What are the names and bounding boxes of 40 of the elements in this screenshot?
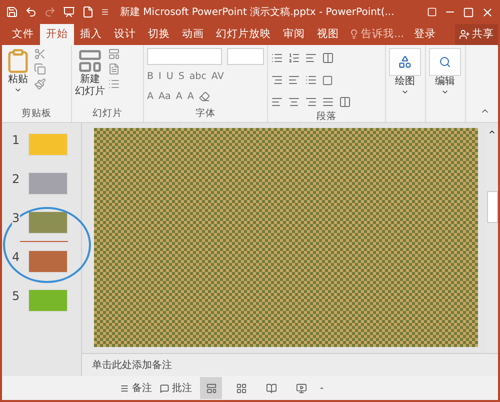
font-format-button[interactable]: AV bbox=[211, 70, 224, 82]
font-format-button[interactable]: A bbox=[176, 90, 182, 102]
ribbon-tab[interactable]: 审阅 bbox=[277, 24, 311, 45]
ribbon-tab[interactable]: 插入 bbox=[74, 24, 108, 45]
notes-field[interactable]: 单击此处添加备注 bbox=[82, 353, 498, 376]
drawing-button[interactable]: 绘图 bbox=[389, 48, 421, 122]
sign-in-link[interactable]: 登录 bbox=[408, 24, 442, 45]
window-title: 新建 Microsoft PowerPoint 演示文稿.pptx - PowerPoint(... bbox=[120, 6, 396, 19]
ribbon-tab[interactable]: 切换 bbox=[142, 24, 176, 45]
ribbon-tab[interactable]: 开始 bbox=[40, 24, 74, 45]
font-format-button[interactable]: Aa bbox=[158, 90, 171, 102]
slide-number: 1 bbox=[12, 133, 20, 147]
group-label: 段落 bbox=[316, 110, 338, 123]
group-label: 幻灯片 bbox=[92, 107, 124, 121]
slide-number: 4 bbox=[12, 250, 20, 264]
comments-button[interactable]: 批注 bbox=[160, 381, 192, 395]
ribbon-tab[interactable]: 动画 bbox=[176, 24, 210, 45]
ribbon-tab[interactable]: 幻灯片放映 bbox=[210, 24, 277, 45]
font-format-button[interactable]: I bbox=[158, 70, 162, 82]
new-slide-button[interactable]: 新建 幻灯片 bbox=[75, 48, 105, 107]
slide-number: 5 bbox=[12, 289, 20, 303]
editing-button[interactable]: 编辑 bbox=[429, 48, 461, 122]
share-button[interactable]: 共享 bbox=[455, 24, 498, 45]
group-label: 字体 bbox=[194, 107, 216, 121]
ribbon-tab[interactable]: 文件 bbox=[6, 24, 40, 45]
font-format-button[interactable]: B bbox=[147, 70, 154, 82]
slide-number: 3 bbox=[12, 211, 20, 225]
font-format-button[interactable]: A bbox=[187, 90, 194, 102]
zoom-out-button[interactable]: - bbox=[320, 382, 324, 394]
group-label: 剪贴板 bbox=[20, 107, 52, 121]
tell-me-field[interactable]: 告诉我... bbox=[345, 24, 408, 45]
notes-button[interactable]: 备注 bbox=[120, 381, 152, 395]
ribbon-tab[interactable]: 视图 bbox=[311, 24, 345, 45]
font-format-button[interactable]: U bbox=[166, 70, 174, 82]
font-format-button[interactable]: abc bbox=[189, 70, 206, 82]
font-format-button[interactable]: S bbox=[178, 70, 184, 82]
slide-number: 2 bbox=[12, 172, 20, 186]
paste-button[interactable]: 粘贴 bbox=[5, 48, 31, 107]
font-format-button[interactable]: A bbox=[147, 90, 154, 102]
ribbon-tab[interactable]: 设计 bbox=[108, 24, 142, 45]
